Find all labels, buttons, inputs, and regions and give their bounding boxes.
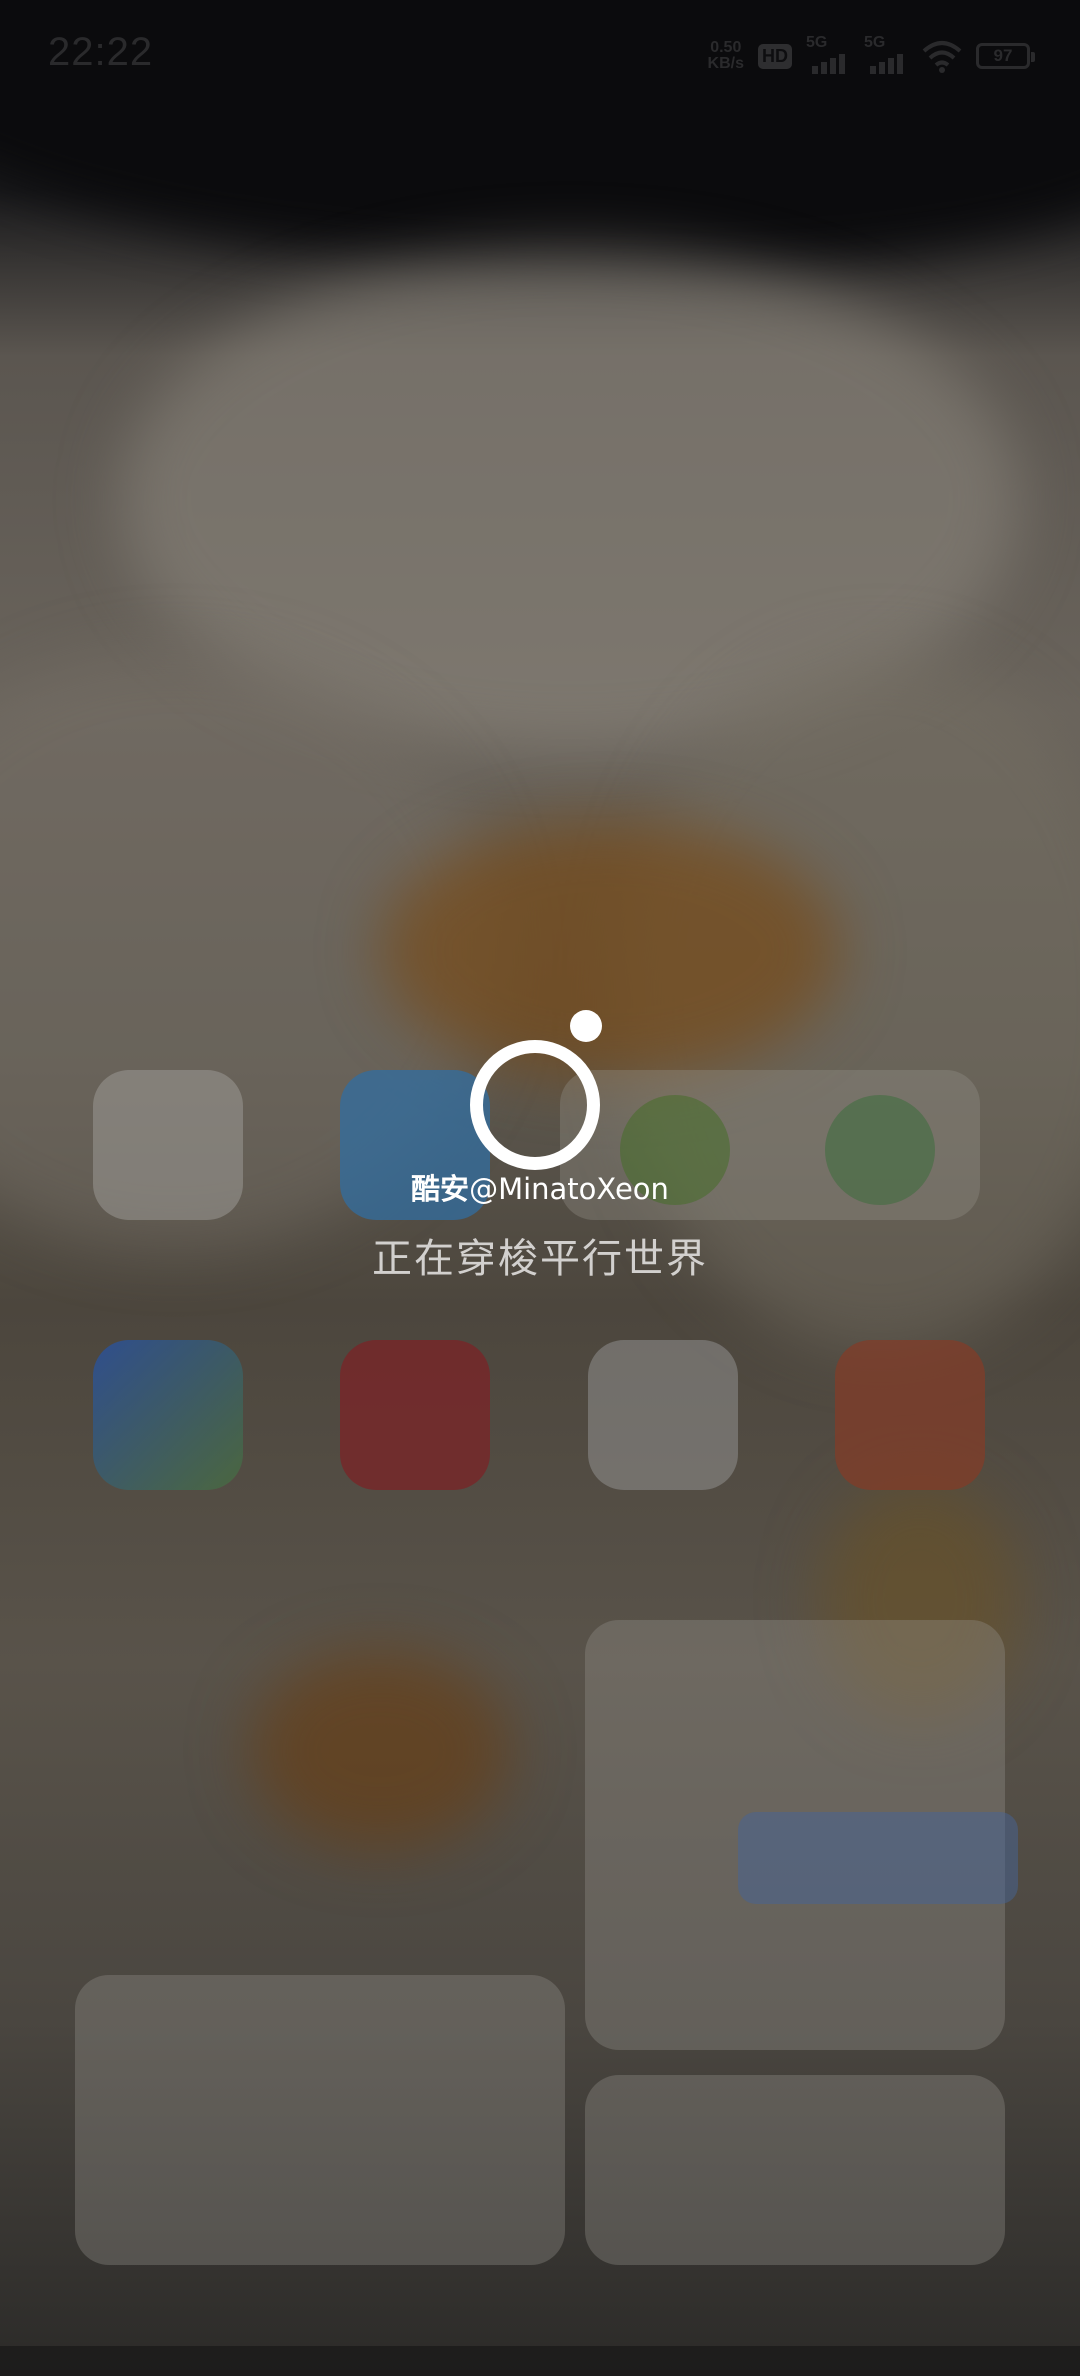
coolapk-logo-dot-icon bbox=[570, 1010, 602, 1042]
gesture-bar bbox=[0, 2346, 1080, 2376]
brand-handle: @MinatoXeon bbox=[469, 1172, 669, 1206]
splash-brand: 酷安@MinatoXeon bbox=[0, 1166, 1080, 1208]
loading-message: 正在穿梭平行世界 bbox=[372, 1236, 708, 1282]
brand-name: 酷安 bbox=[411, 1172, 470, 1206]
screen: 22:22 0.50 KB/s HD 5G 5G 97 酷安@MinatoXeo… bbox=[0, 0, 1080, 2376]
splash-overlay: 酷安@MinatoXeon 正在穿梭平行世界 bbox=[0, 0, 1080, 2376]
coolapk-logo-icon bbox=[470, 1040, 600, 1170]
